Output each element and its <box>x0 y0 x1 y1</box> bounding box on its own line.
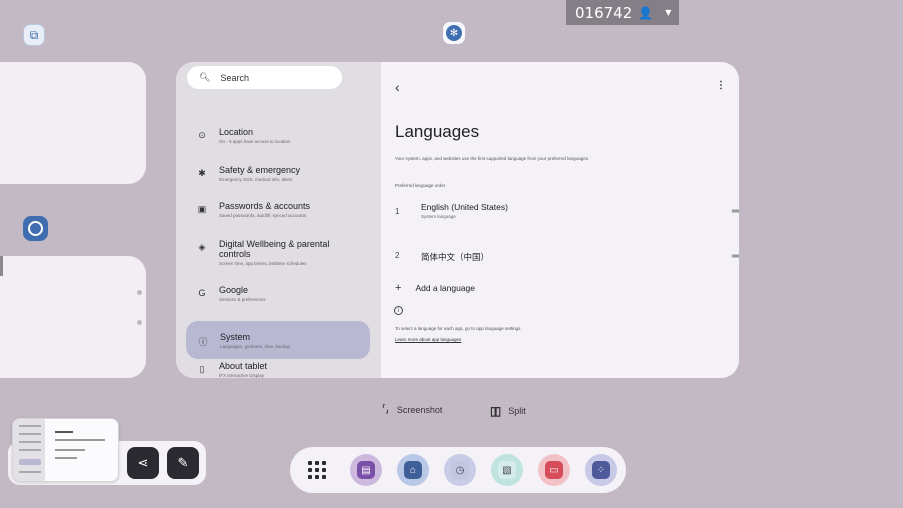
multi-window-icon[interactable]: ⧉ <box>23 24 45 46</box>
settings-menu-item[interactable]: ▯ About tablet IFX Interactive Display <box>176 361 381 378</box>
menu-item-title: Passwords & accounts <box>219 201 311 211</box>
pencil-icon: ✎ <box>177 455 189 470</box>
more-apps-icon[interactable]: ⁘ <box>585 454 617 486</box>
recent-app-thumbnail[interactable] <box>12 418 119 482</box>
screenshot-icon: ⸢⸥ <box>382 404 389 415</box>
share-icon: ⋖ <box>137 455 149 470</box>
page-title: Languages <box>395 122 480 141</box>
app-glyph: ◷ <box>451 461 469 479</box>
menu-item-title: Google <box>219 285 249 295</box>
wellbeing-icon: ◈ <box>198 242 206 252</box>
language-name: English (United States) <box>421 202 508 212</box>
gallery-app-icon[interactable]: ▧ <box>491 454 523 486</box>
language-row[interactable]: 1 English (United States) System languag… <box>395 202 739 226</box>
clock-app-icon[interactable]: ◷ <box>444 454 476 486</box>
system-info-icon: ⓘ <box>198 337 208 347</box>
search-icon: 🔍︎ <box>199 72 211 82</box>
drag-handle-icon[interactable]: ═ <box>732 206 739 217</box>
app-glyph: ⁘ <box>592 461 610 479</box>
language-subtitle: System language <box>421 214 456 219</box>
menu-item-subtitle: Languages, gestures, time, backup <box>220 343 291 349</box>
recent-window-card[interactable] <box>0 62 146 184</box>
app-glyph: ▤ <box>357 461 375 479</box>
settings-menu-item[interactable]: ◈ Digital Wellbeing & parental controls Sc… <box>176 239 381 266</box>
drag-handle-icon[interactable]: ═ <box>732 251 739 262</box>
settings-menu-item[interactable]: ✱ Safety & emergency Emergency SOS, medica… <box>176 165 381 182</box>
settings-menu-item[interactable]: ⊙ Location On - 9 apps have access to loca… <box>176 127 381 144</box>
settings-menu-item[interactable]: ⓘ System Languages, gestures, time, backup <box>186 321 370 359</box>
section-label: Preferred language order <box>395 183 446 188</box>
settings-window: 🔍︎ Search ⊙ Location On - 9 apps have acce… <box>176 62 739 378</box>
learn-more-link[interactable]: Learn more about app languages <box>395 337 461 342</box>
passwords-icon: ▣ <box>197 204 207 214</box>
menu-item-title: Location <box>219 127 254 137</box>
share-button[interactable]: ⋖ <box>127 447 159 479</box>
language-name: 简体中文（中国） <box>421 252 490 262</box>
page-description: Your system, apps, and websites use the … <box>395 156 590 161</box>
gear-icon: ✻ <box>446 25 462 41</box>
recent-window-card[interactable] <box>0 256 146 378</box>
settings-menu-item[interactable]: G Google Services & preferences <box>176 285 381 302</box>
menu-item-subtitle: On - 9 apps have access to location <box>219 139 291 144</box>
search-input[interactable]: 🔍︎ Search <box>187 66 342 89</box>
app-glyph: ⌂ <box>404 461 422 479</box>
search-placeholder: Search <box>220 72 249 83</box>
menu-item-title: About tablet <box>219 361 268 371</box>
status-pill[interactable]: 016742 👤 ▼ <box>566 0 679 25</box>
tablet-icon: ▯ <box>199 364 205 374</box>
settings-menu-item[interactable]: ▣ Passwords & accounts Saved passwords, au… <box>176 201 381 218</box>
menu-item-subtitle: Services & preferences <box>219 297 266 302</box>
edit-button[interactable]: ✎ <box>167 447 199 479</box>
location-icon: ⊙ <box>198 130 206 140</box>
refresh-icon[interactable] <box>23 216 48 241</box>
info-text: To select a language for each app, go to… <box>395 326 522 331</box>
info-icon: i <box>394 306 403 315</box>
screenshot-label: Screenshot <box>396 404 443 415</box>
user-icon: 👤 <box>638 5 654 20</box>
asterisk-icon: ✱ <box>198 168 206 178</box>
plus-icon: + <box>395 282 402 294</box>
split-icon: ▯▯ <box>490 404 501 418</box>
menu-item-title: System <box>220 331 251 342</box>
add-language-label: Add a language <box>415 283 475 293</box>
google-icon: G <box>198 288 206 298</box>
app-dock: ▤ ⌂ ◷ ▧ ▭ ⁘ <box>290 447 626 493</box>
settings-app-icon[interactable]: ✻ <box>443 22 465 44</box>
split-label: Split <box>508 406 526 416</box>
store-app-icon[interactable]: ⌂ <box>397 454 429 486</box>
settings-sidebar: 🔍︎ Search ⊙ Location On - 9 apps have acce… <box>176 62 381 378</box>
back-arrow-icon[interactable]: ‹ <box>395 79 400 95</box>
menu-item-title: Digital Wellbeing & parental controls <box>219 239 330 259</box>
whiteboard-app-icon[interactable]: ▭ <box>538 454 570 486</box>
add-language-button[interactable]: + Add a language <box>395 282 475 294</box>
split-button[interactable]: ▯▯ Split <box>490 404 526 418</box>
screenshot-button[interactable]: ⸢⸥ Screenshot <box>382 404 442 415</box>
edge-handle[interactable] <box>0 256 3 276</box>
language-row[interactable]: 2 简体中文（中国） ═ <box>395 249 739 273</box>
device-id: 016742 <box>575 3 633 22</box>
languages-pane: ‹ ⋮ Languages Your system, apps, and web… <box>381 62 739 378</box>
app-glyph: ▧ <box>498 461 516 479</box>
menu-item-subtitle: Emergency SOS, medical info, alerts <box>219 177 293 182</box>
app-drawer-icon[interactable] <box>306 459 328 481</box>
menu-item-subtitle: IFX Interactive Display <box>219 373 265 378</box>
notes-app-icon[interactable]: ▤ <box>350 454 382 486</box>
more-options-icon[interactable]: ⋮ <box>716 80 726 91</box>
chevron-down-icon: ▼ <box>665 8 672 17</box>
menu-item-subtitle: Screen time, app timers, bedtime schedul… <box>219 261 307 266</box>
menu-item-title: Safety & emergency <box>219 165 301 175</box>
app-glyph: ▭ <box>545 461 563 479</box>
menu-item-subtitle: Saved passwords, autofill, synced accoun… <box>219 213 307 218</box>
language-order-number: 2 <box>395 251 400 260</box>
indicator-dot <box>137 290 142 295</box>
language-order-number: 1 <box>395 207 400 216</box>
indicator-dot <box>137 320 142 325</box>
